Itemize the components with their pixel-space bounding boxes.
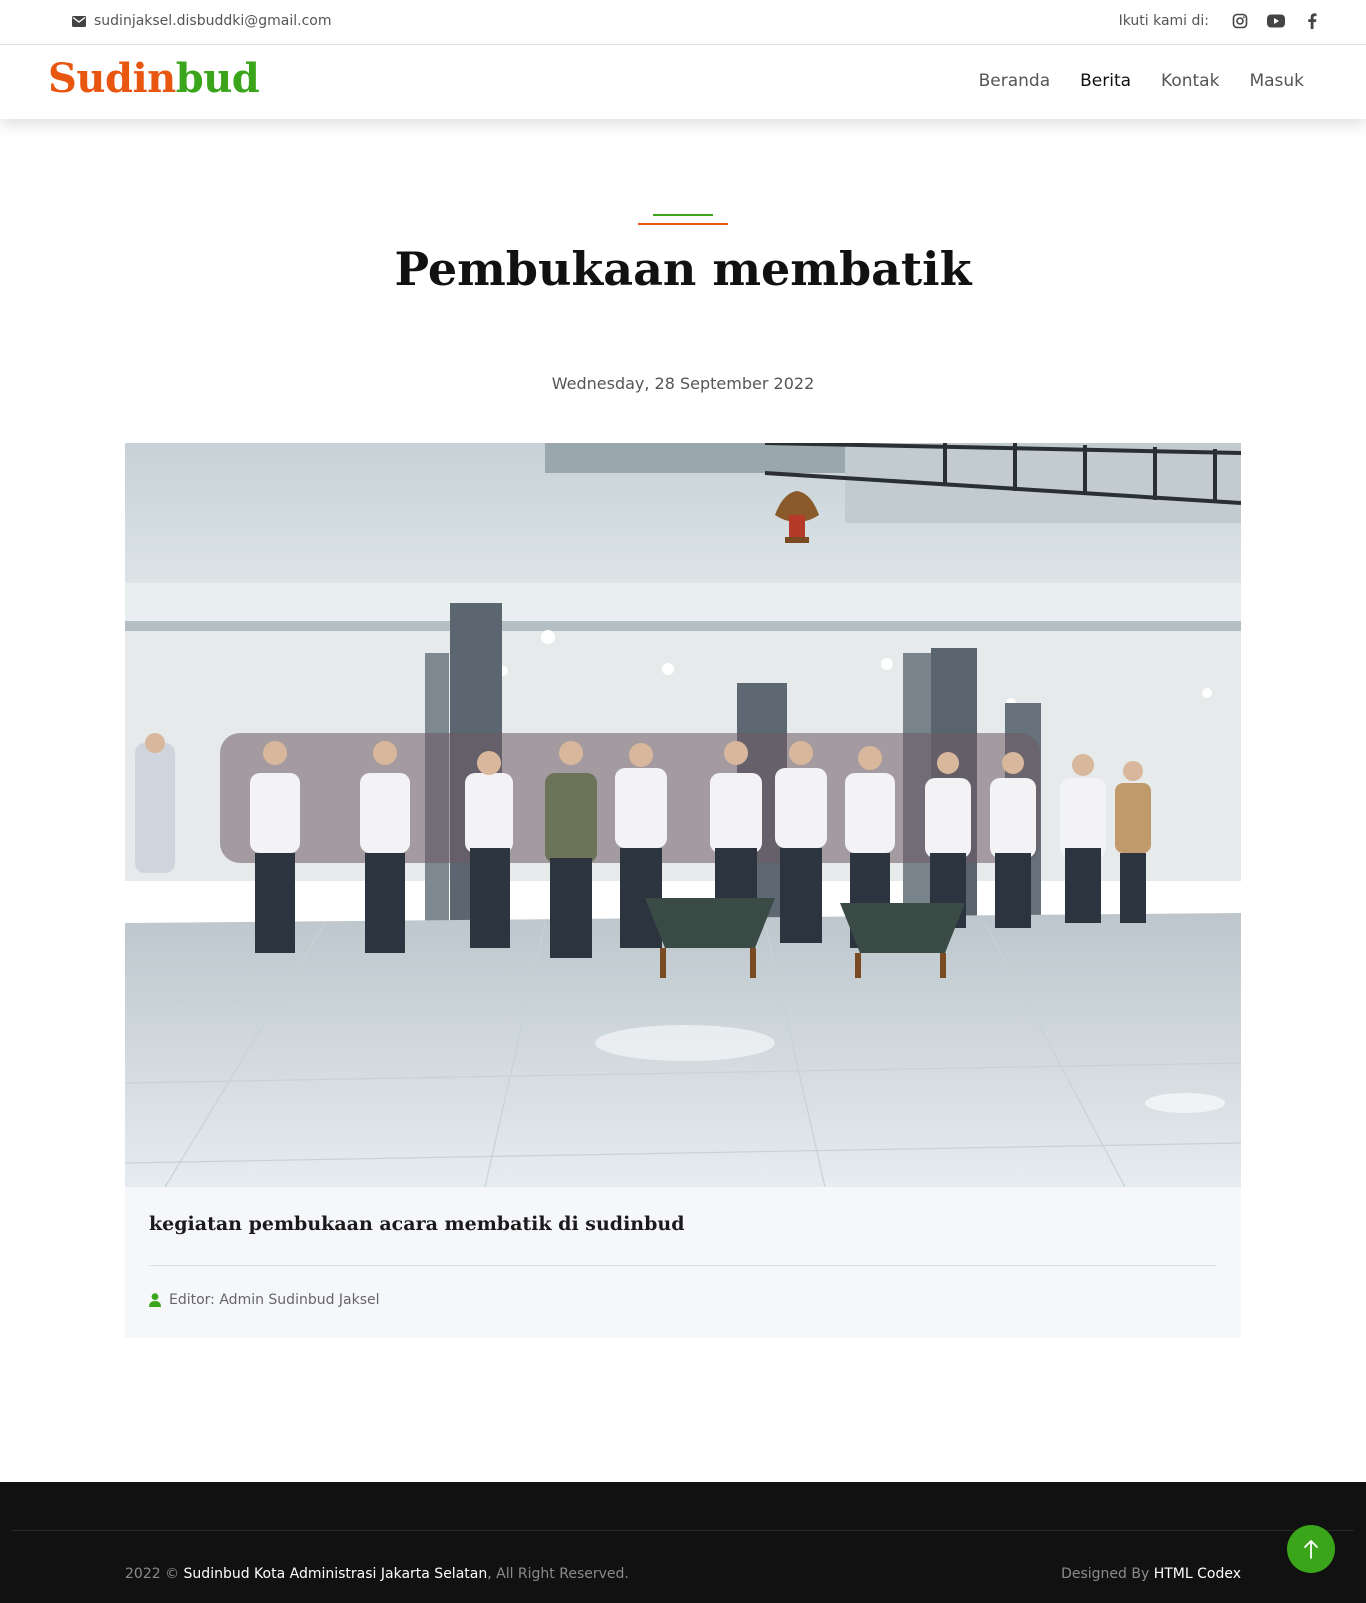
youtube-icon[interactable]	[1267, 12, 1285, 30]
brand-part-1: Sudin	[48, 55, 176, 102]
brand-part-2: bud	[175, 55, 260, 102]
designer-link[interactable]: HTML Codex	[1154, 1566, 1241, 1582]
nav-item-beranda[interactable]: Beranda	[979, 71, 1051, 91]
top-bar: sudinjaksel.disbuddki@gmail.com Ikuti ka…	[0, 0, 1366, 45]
article-card: kegiatan pembukaan acara membatik di sud…	[125, 1187, 1241, 1338]
title-decoration	[638, 214, 728, 226]
post-date: Wednesday, 28 September 2022	[551, 374, 815, 393]
footer-divider	[12, 1530, 1354, 1531]
contact-email[interactable]: sudinjaksel.disbuddki@gmail.com	[72, 13, 331, 29]
nav-item-berita[interactable]: Berita	[1080, 71, 1131, 91]
facebook-icon[interactable]	[1303, 12, 1321, 30]
footer-credit: Designed By HTML Codex	[1061, 1566, 1241, 1582]
follow-label: Ikuti kami di:	[1118, 13, 1209, 29]
designed-by-label: Designed By	[1061, 1566, 1150, 1582]
article-editor: Editor: Admin Sudinbud Jaksel	[149, 1292, 380, 1308]
card-divider	[149, 1265, 1217, 1266]
article: kegiatan pembukaan acara membatik di sud…	[125, 443, 1241, 1338]
green-line	[653, 214, 713, 216]
main-menu: Beranda Berita Kontak Masuk	[979, 71, 1304, 91]
footer-copyright: 2022 © Sudinbud Kota Administrasi Jakart…	[125, 1566, 629, 1582]
copyright-rights: , All Right Reserved.	[487, 1566, 629, 1582]
article-photo	[125, 443, 1241, 1187]
nav-item-masuk[interactable]: Masuk	[1249, 71, 1304, 91]
orange-line	[638, 223, 728, 225]
page-title: Pembukaan membatik	[394, 242, 972, 296]
instagram-icon[interactable]	[1231, 12, 1249, 30]
envelope-icon	[72, 15, 86, 27]
back-to-top-button[interactable]	[1287, 1525, 1335, 1573]
social-follow: Ikuti kami di:	[1119, 12, 1321, 30]
footer-org-link[interactable]: Sudinbud Kota Administrasi Jakarta Selat…	[184, 1566, 488, 1582]
user-icon	[149, 1293, 161, 1307]
brand-logo[interactable]: Sudinbud	[48, 55, 260, 102]
copyright-year: 2022 ©	[125, 1566, 180, 1582]
nav-item-kontak[interactable]: Kontak	[1161, 71, 1219, 91]
footer: 2022 © Sudinbud Kota Administrasi Jakart…	[0, 1482, 1366, 1603]
contact-email-text: sudinjaksel.disbuddki@gmail.com	[94, 13, 332, 29]
arrow-up-icon	[1304, 1540, 1318, 1559]
editor-text: Editor: Admin Sudinbud Jaksel	[169, 1292, 380, 1308]
article-caption: kegiatan pembukaan acara membatik di sud…	[149, 1213, 685, 1235]
navbar: Sudinbud Beranda Berita Kontak Masuk	[0, 45, 1366, 119]
